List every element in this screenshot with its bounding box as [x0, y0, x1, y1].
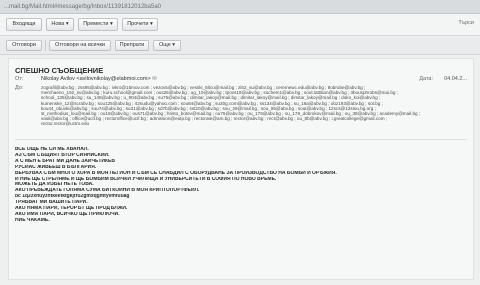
- message-toolbar: Отговори Отговори на всички Препрати Още…: [0, 37, 480, 55]
- inbox-button[interactable]: Входящи: [6, 18, 42, 31]
- reply-all-button[interactable]: Отговори на всички: [49, 40, 111, 51]
- from-label: От:: [15, 76, 24, 82]
- recipient-list: zografil@abv.bg ; zss95@abv.bg ; ivkro@1…: [41, 85, 459, 137]
- body-line: НИЕ ЧАКАМЕ.: [15, 217, 50, 223]
- header-divider: [15, 139, 467, 140]
- search-link[interactable]: Търси: [458, 20, 474, 26]
- message-view: СПЕШНО СЪОБЩЕНИЕ От: Nikolay Avilov <avi…: [8, 58, 474, 280]
- from-value[interactable]: Nikolay Avilov <avilovnikolay@elabmoi.co…: [41, 76, 157, 82]
- move-button[interactable]: Премести ▾: [78, 18, 118, 31]
- new-button[interactable]: Нова ▾: [46, 18, 74, 31]
- sender-address: Nikolay Avilov <avilovnikolay@elabmoi.co…: [41, 76, 151, 82]
- message-subject: СПЕШНО СЪОБЩЕНИЕ: [15, 66, 104, 75]
- mail-toolbar: Входящи Нова ▾ Премести ▾ Прочети ▾ Търс…: [0, 14, 480, 36]
- more-button[interactable]: Прочети ▾: [122, 18, 158, 31]
- toolbar-divider: [45, 40, 46, 51]
- contact-card-icon[interactable]: ✉: [152, 76, 157, 82]
- date-value: 04.04.2...: [444, 76, 467, 82]
- recipient-line: rector.rector@uctm.edu: [41, 121, 90, 127]
- more-actions-button[interactable]: Още ▾: [153, 40, 181, 51]
- address-bar[interactable]: ...mail.bg/Mail.html#message/bg/Inbox/11…: [0, 0, 480, 14]
- to-label: До:: [15, 85, 24, 91]
- forward-button[interactable]: Препрати: [115, 40, 149, 51]
- reply-button[interactable]: Отговори: [6, 40, 42, 51]
- message-body: ВСЕ ОЩЕ НЕ СИ МЕ ХВАНАЛ. АЗ СЪМ СЪЩИЯТ В…: [15, 147, 435, 224]
- date-label: Дата:: [419, 76, 433, 82]
- address-url: ...mail.bg/Mail.html#message/bg/Inbox/11…: [4, 4, 161, 10]
